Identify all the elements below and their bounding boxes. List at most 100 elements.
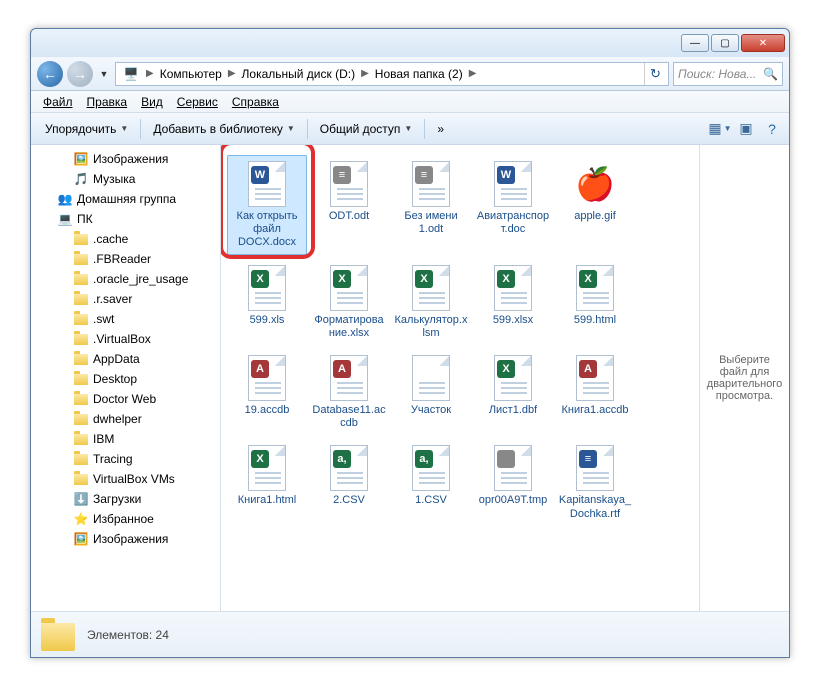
- nav-item[interactable]: Tracing: [31, 449, 220, 469]
- nav-item[interactable]: .cache: [31, 229, 220, 249]
- computer-icon: 🖥️: [122, 65, 140, 83]
- fav-icon: ⭐: [73, 511, 89, 527]
- file-item[interactable]: 🍎apple.gif: [555, 155, 635, 255]
- file-icon: ≡: [325, 160, 373, 208]
- nav-item[interactable]: 🖼️Изображения: [31, 529, 220, 549]
- file-label: Книга1.accdb: [561, 404, 628, 417]
- overflow-button[interactable]: »: [429, 118, 452, 140]
- folder-icon: [73, 411, 89, 427]
- chevron-right-icon[interactable]: ▶: [359, 68, 371, 79]
- nav-item[interactable]: VirtualBox VMs: [31, 469, 220, 489]
- nav-item[interactable]: ⭐ Избранное: [31, 509, 220, 529]
- file-list[interactable]: WКак открыть файл DOCX.docx≡ODT.odt≡Без …: [221, 145, 699, 611]
- chevron-right-icon[interactable]: ▶: [467, 68, 479, 79]
- nav-history-dropdown[interactable]: ▼: [97, 61, 111, 87]
- add-to-library-button[interactable]: Добавить в библиотеку▼: [145, 118, 302, 140]
- file-icon: W: [489, 160, 537, 208]
- breadcrumb-computer[interactable]: Компьютер: [156, 63, 226, 85]
- nav-item[interactable]: AppData: [31, 349, 220, 369]
- nav-item[interactable]: dwhelper: [31, 409, 220, 429]
- folder-icon: [73, 331, 89, 347]
- file-item[interactable]: a,1.CSV: [391, 439, 471, 525]
- file-item[interactable]: ≡ODT.odt: [309, 155, 389, 255]
- folder-icon: [73, 251, 89, 267]
- nav-item[interactable]: .VirtualBox: [31, 329, 220, 349]
- menu-view[interactable]: Вид: [135, 93, 169, 111]
- file-item[interactable]: ≡Без имени 1.odt: [391, 155, 471, 255]
- file-label: apple.gif: [574, 210, 616, 223]
- file-icon: A: [325, 354, 373, 402]
- file-icon: a,: [407, 444, 455, 492]
- view-options-button[interactable]: ▦▼: [709, 118, 731, 140]
- preview-pane: Выберите файл для дварительного просмотр…: [699, 145, 789, 611]
- folder-icon: [73, 451, 89, 467]
- file-item[interactable]: a,2.CSV: [309, 439, 389, 525]
- menu-help[interactable]: Справка: [226, 93, 285, 111]
- folder-icon: [73, 311, 89, 327]
- file-item[interactable]: X599.html: [555, 259, 635, 345]
- nav-item[interactable]: 🖼️Изображения: [31, 149, 220, 169]
- file-icon: ≡: [407, 160, 455, 208]
- file-item[interactable]: WАвиатранспорт.doc: [473, 155, 553, 255]
- nav-item[interactable]: 👥Домашняя группа: [31, 189, 220, 209]
- share-button[interactable]: Общий доступ▼: [312, 118, 421, 140]
- file-item[interactable]: A19.accdb: [227, 349, 307, 435]
- file-label: Книга1.html: [238, 494, 296, 507]
- separator: [140, 119, 141, 139]
- menu-edit[interactable]: Правка: [81, 93, 134, 111]
- navigation-pane[interactable]: 🖼️Изображения🎵Музыка👥Домашняя группа💻ПК.…: [31, 145, 221, 611]
- nav-item[interactable]: 🎵Музыка: [31, 169, 220, 189]
- folder-icon: [73, 271, 89, 287]
- pics-icon: 🖼️: [73, 151, 89, 167]
- menu-tools[interactable]: Сервис: [171, 93, 224, 111]
- preview-pane-button[interactable]: ▣: [735, 118, 757, 140]
- file-item[interactable]: Участок: [391, 349, 471, 435]
- chevron-right-icon[interactable]: ▶: [144, 68, 156, 79]
- file-icon: A: [571, 354, 619, 402]
- nav-item[interactable]: .r.saver: [31, 289, 220, 309]
- minimize-button[interactable]: —: [681, 34, 709, 52]
- refresh-button[interactable]: ↻: [644, 63, 666, 85]
- nav-item[interactable]: .FBReader: [31, 249, 220, 269]
- organize-button[interactable]: Упорядочить▼: [37, 118, 136, 140]
- breadcrumb-drive[interactable]: Локальный диск (D:): [238, 63, 360, 85]
- folder-icon: [73, 471, 89, 487]
- nav-item[interactable]: Desktop: [31, 369, 220, 389]
- file-item[interactable]: ≡Kapitanskaya_Dochka.rtf: [555, 439, 635, 525]
- nav-forward-button[interactable]: →: [67, 61, 93, 87]
- file-item[interactable]: WКак открыть файл DOCX.docx: [227, 155, 307, 255]
- nav-item[interactable]: Doctor Web: [31, 389, 220, 409]
- search-input[interactable]: Поиск: Нова... 🔍: [673, 62, 783, 86]
- nav-item[interactable]: ⬇️Загрузки: [31, 489, 220, 509]
- nav-item-label: Загрузки: [93, 492, 141, 506]
- menu-file[interactable]: Файл: [37, 93, 79, 111]
- nav-item[interactable]: 💻ПК: [31, 209, 220, 229]
- breadcrumb-bar[interactable]: 🖥️ ▶ Компьютер ▶ Локальный диск (D:) ▶ Н…: [115, 62, 669, 86]
- status-bar: Элементов: 24: [31, 611, 789, 657]
- file-item[interactable]: XКалькулятор.xlsm: [391, 259, 471, 345]
- maximize-button[interactable]: ▢: [711, 34, 739, 52]
- file-item[interactable]: XЛист1.dbf: [473, 349, 553, 435]
- nav-item[interactable]: .oracle_jre_usage: [31, 269, 220, 289]
- file-item[interactable]: X599.xls: [227, 259, 307, 345]
- file-icon: X: [243, 444, 291, 492]
- nav-item-label: Избранное: [93, 512, 154, 526]
- file-item[interactable]: X599.xlsx: [473, 259, 553, 345]
- file-icon: W: [243, 160, 291, 208]
- help-button[interactable]: ?: [761, 118, 783, 140]
- nav-item[interactable]: .swt: [31, 309, 220, 329]
- close-button[interactable]: ✕: [741, 34, 785, 52]
- file-item[interactable]: opr00A9T.tmp: [473, 439, 553, 525]
- chevron-right-icon[interactable]: ▶: [226, 68, 238, 79]
- breadcrumb-folder[interactable]: Новая папка (2): [371, 63, 467, 85]
- file-label: Калькулятор.xlsm: [394, 314, 468, 340]
- nav-back-button[interactable]: ←: [37, 61, 63, 87]
- file-item[interactable]: XФорматирование.xlsx: [309, 259, 389, 345]
- file-item[interactable]: X Книга1.html: [227, 439, 307, 525]
- file-item[interactable]: A Книга1.accdb: [555, 349, 635, 435]
- file-item[interactable]: ADatabase11.accdb: [309, 349, 389, 435]
- nav-item[interactable]: IBM: [31, 429, 220, 449]
- file-icon: X: [489, 354, 537, 402]
- nav-item-label: Doctor Web: [93, 392, 156, 406]
- file-label: 599.xlsx: [493, 314, 533, 327]
